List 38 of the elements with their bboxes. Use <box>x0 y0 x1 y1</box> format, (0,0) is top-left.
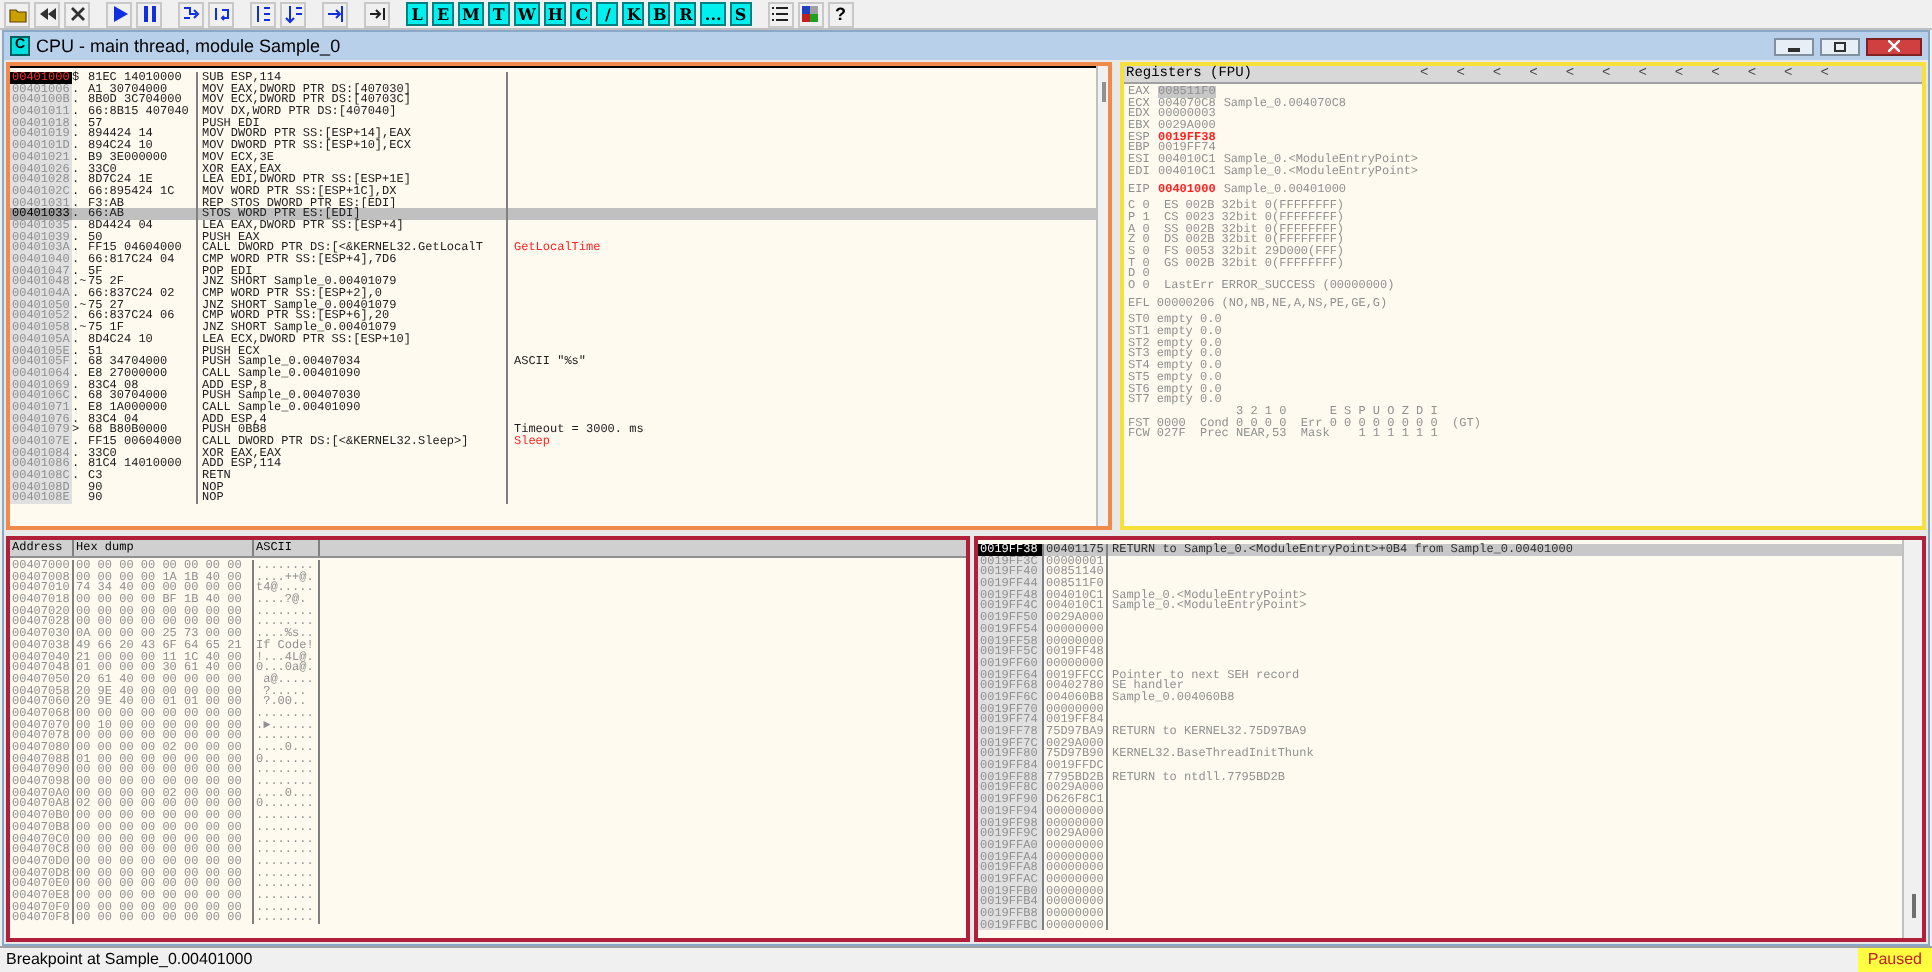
window-button[interactable]: M <box>458 2 484 26</box>
scrollbar[interactable] <box>1096 66 1108 526</box>
window-button[interactable]: E <box>432 2 454 26</box>
window-button[interactable]: ... <box>700 2 726 26</box>
trace-over-icon[interactable] <box>280 1 306 27</box>
window-button[interactable]: R <box>674 2 697 26</box>
window-button[interactable]: T <box>487 2 510 26</box>
folder-icon[interactable] <box>4 1 30 27</box>
window-button[interactable]: W <box>513 2 540 26</box>
window-title: CPU - main thread, module Sample_0 <box>36 34 341 58</box>
pause-icon[interactable] <box>136 1 162 27</box>
step-into-icon[interactable] <box>178 1 204 27</box>
scrollbar[interactable] <box>1902 540 1922 938</box>
window-button[interactable]: K <box>622 2 645 26</box>
maximize-button[interactable] <box>1820 37 1860 55</box>
window-button[interactable]: / <box>596 2 619 26</box>
color-grid-icon[interactable] <box>797 1 824 27</box>
trace-into-icon[interactable] <box>250 1 276 27</box>
status-message: Breakpoint at Sample_0.00401000 <box>4 950 255 970</box>
minimize-button[interactable] <box>1774 37 1814 55</box>
window-button[interactable]: S <box>729 2 752 26</box>
return-icon[interactable] <box>322 1 348 27</box>
status-state: Paused <box>1857 948 1932 972</box>
window-button[interactable]: B <box>648 2 671 26</box>
goto-icon[interactable] <box>364 1 390 27</box>
help-button[interactable]: ? <box>827 1 854 27</box>
rewind-icon[interactable] <box>34 1 60 27</box>
play-icon[interactable] <box>106 1 132 27</box>
close-icon <box>1888 40 1900 52</box>
close-icon[interactable] <box>64 1 90 27</box>
window-button[interactable]: L <box>406 2 428 26</box>
window-button[interactable]: C <box>570 2 593 26</box>
maximize-icon <box>1834 41 1846 51</box>
minimize-icon <box>1788 47 1800 51</box>
window-button[interactable]: H <box>543 2 567 26</box>
close-button[interactable] <box>1866 37 1922 55</box>
list-icon[interactable] <box>767 1 794 27</box>
step-over-icon[interactable] <box>208 1 234 27</box>
